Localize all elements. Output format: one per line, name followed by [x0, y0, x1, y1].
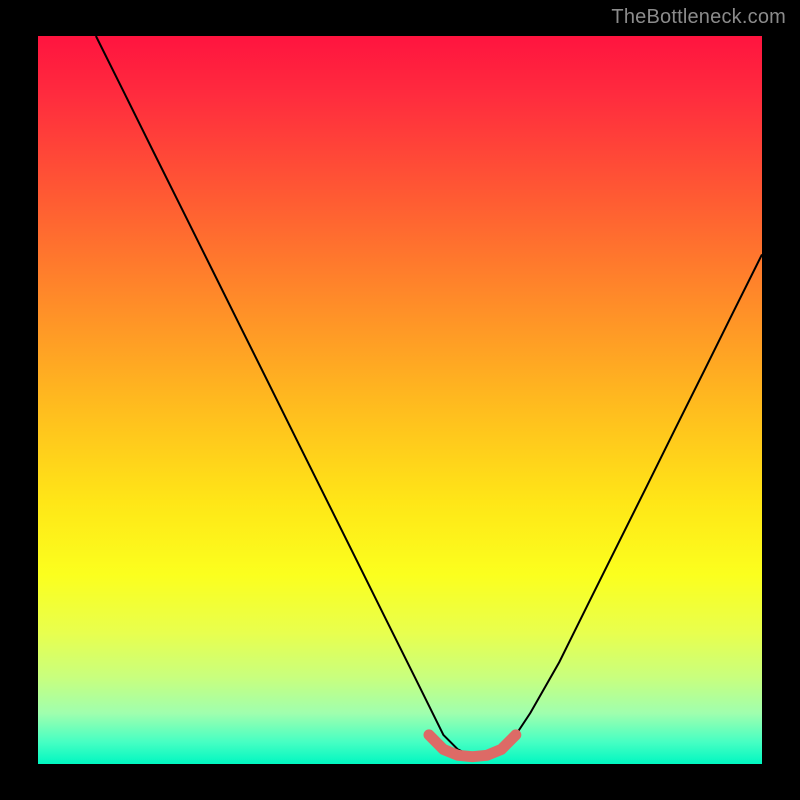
optimal-band-highlight [429, 735, 516, 757]
plot-area [38, 36, 762, 764]
bottleneck-curve [96, 36, 762, 757]
chart-frame: TheBottleneck.com [0, 0, 800, 800]
chart-svg [38, 36, 762, 764]
watermark-text: TheBottleneck.com [611, 6, 786, 29]
